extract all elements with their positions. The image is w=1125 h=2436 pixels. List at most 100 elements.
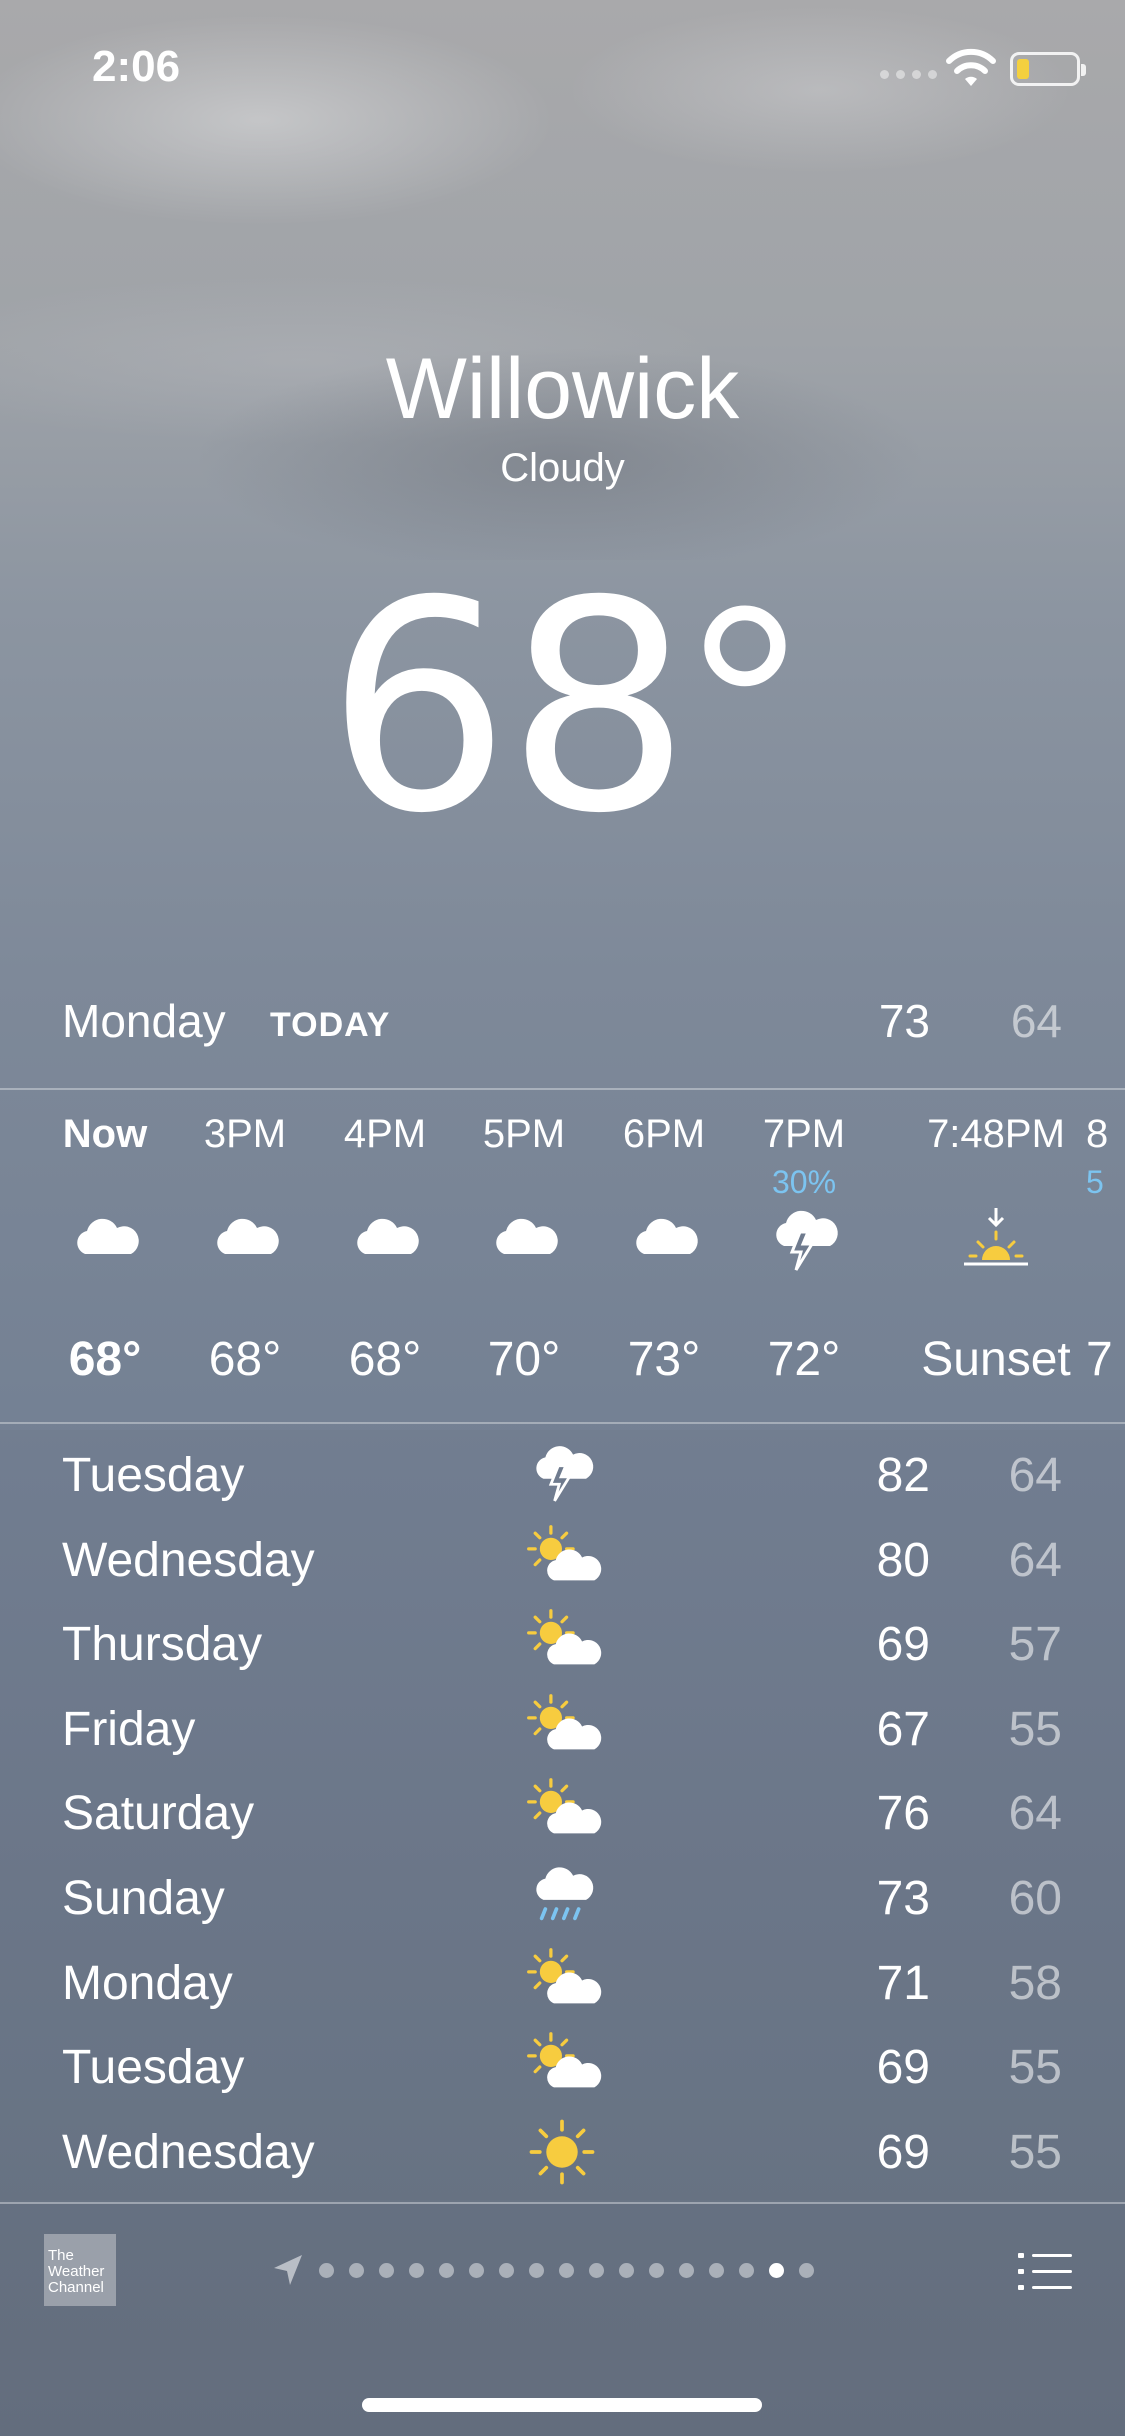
hour-label: 8: [1086, 1112, 1109, 1156]
partly-cloudy-icon: [522, 2030, 602, 2104]
city-name: Willowick: [385, 341, 740, 437]
page-dot[interactable]: [679, 2262, 694, 2278]
today-tag: TODAY: [270, 1006, 391, 1044]
cloud-icon: [484, 1202, 564, 1282]
hour-label: Now: [62, 1112, 148, 1156]
daily-row: Saturday 76 64: [0, 1770, 1125, 1854]
page-dot[interactable]: [529, 2262, 544, 2278]
location-arrow-icon: [274, 2255, 302, 2285]
hour-label: 7PM: [762, 1112, 846, 1156]
divider: [0, 1088, 1125, 1090]
day-name: Saturday: [62, 1787, 255, 1841]
cloud-icon: [65, 1202, 145, 1282]
hourly-item: 7:48PM Sunset: [906, 1092, 1086, 1422]
day-name: Tuesday: [62, 1449, 245, 1502]
day-name: Sunday: [62, 1872, 225, 1925]
daily-row: Wednesday 69 55: [0, 2109, 1125, 2193]
hour-label: 3PM: [203, 1112, 287, 1156]
page-dot[interactable]: [469, 2262, 484, 2278]
hourly-item: Now 68°: [35, 1092, 175, 1422]
day-low: 55: [1008, 2125, 1062, 2179]
day-low: 55: [1008, 1702, 1062, 1756]
status-bar: 2:06: [0, 0, 1125, 140]
cloud-icon: [624, 1202, 704, 1282]
today-high: 73: [878, 995, 930, 1047]
page-dot[interactable]: [409, 2262, 424, 2278]
page-dot[interactable]: [649, 2262, 664, 2278]
daily-row: Thursday 69 57: [0, 1601, 1125, 1685]
page-dot[interactable]: [319, 2262, 334, 2278]
page-dot[interactable]: [799, 2262, 814, 2278]
sun-icon: [522, 2115, 602, 2189]
day-low: 58: [1008, 1956, 1062, 2010]
day-high: 69: [876, 2041, 930, 2095]
partly-cloudy-icon: [522, 1607, 602, 1681]
partly-cloudy-icon: [522, 1523, 602, 1597]
page-dot[interactable]: [439, 2262, 454, 2278]
day-high: 69: [876, 1618, 930, 1672]
daily-row: Wednesday 80 64: [0, 1517, 1125, 1601]
day-low: 64: [1008, 1533, 1062, 1587]
partly-cloudy-icon: [522, 1776, 602, 1850]
day-high: 67: [876, 1702, 930, 1756]
current-condition: Cloudy: [500, 446, 625, 490]
today-low: 64: [1010, 995, 1062, 1047]
page-dot[interactable]: [739, 2262, 754, 2278]
sunset-icon: [956, 1202, 1036, 1282]
home-indicator[interactable]: [362, 2398, 762, 2412]
cloud-icon: [345, 1202, 425, 1282]
page-dot[interactable]: [379, 2262, 394, 2278]
page-dot[interactable]: [349, 2262, 364, 2278]
day-low: 57: [1008, 1618, 1062, 1672]
weather-channel-logo[interactable]: The Weather Channel: [44, 2234, 116, 2306]
rain-icon: [522, 1861, 602, 1935]
hour-label: 7:48PM: [927, 1112, 1065, 1156]
daily-row: Friday 67 55: [0, 1686, 1125, 1770]
day-low: 55: [1008, 2041, 1062, 2095]
page-indicator[interactable]: [272, 2250, 814, 2290]
hour-temperature: 7: [1086, 1333, 1113, 1386]
hourly-item: 6PM 73°: [594, 1092, 734, 1422]
city-list-icon[interactable]: [1018, 2250, 1072, 2294]
thunderstorm-icon: [522, 1438, 602, 1512]
page-dot[interactable]: [619, 2262, 634, 2278]
daily-row: Tuesday 69 55: [0, 2024, 1125, 2108]
page-dot[interactable]: [499, 2262, 514, 2278]
day-high: 69: [876, 2125, 930, 2179]
daily-row: Sunday 73 60: [0, 1855, 1125, 1939]
hourly-forecast-strip[interactable]: Now 68° 3PM 68° 4PM 68° 5PM 70° 6PM 73° 7PM 30% 72°…: [0, 1092, 1125, 1422]
day-name: Wednesday: [62, 2125, 315, 2179]
day-low: 64: [1008, 1449, 1062, 1502]
day-high: 82: [876, 1449, 930, 1502]
hour-temperature: 73°: [627, 1333, 701, 1386]
daily-forecast-list[interactable]: Tuesday 82 64 Wednesday 80 64 Thursday 69 57 F…: [0, 1430, 1125, 2200]
hour-temperature: 68°: [68, 1333, 142, 1386]
hourly-item: 8 5 7: [1086, 1092, 1125, 1422]
page-dot[interactable]: [709, 2262, 724, 2278]
hour-label: 5PM: [482, 1112, 566, 1156]
page-dot[interactable]: [769, 2262, 784, 2278]
hourly-item: 4PM 68°: [315, 1092, 455, 1422]
day-low: 64: [1008, 1787, 1062, 1841]
cloud-icon: [205, 1202, 285, 1282]
hour-temperature: Sunset: [921, 1333, 1071, 1386]
status-time: 2:06: [92, 42, 181, 91]
hour-label: 6PM: [622, 1112, 706, 1156]
precip-chance: 30%: [771, 1164, 837, 1200]
day-name: Wednesday: [62, 1533, 315, 1587]
cloud-icon: [1116, 1202, 1125, 1282]
day-name: Monday: [62, 1956, 233, 2010]
hourly-item: 5PM 70°: [454, 1092, 594, 1422]
partly-cloudy-icon: [522, 1692, 602, 1766]
page-dot[interactable]: [589, 2262, 604, 2278]
precip-chance: 5: [1086, 1164, 1104, 1200]
daily-row: Tuesday 82 64: [0, 1432, 1125, 1516]
day-high: 71: [876, 1956, 930, 2010]
page-dot[interactable]: [559, 2262, 574, 2278]
today-day: Monday: [62, 995, 226, 1047]
hour-temperature: 70°: [487, 1333, 561, 1386]
day-high: 73: [876, 1872, 930, 1925]
day-high: 80: [876, 1533, 930, 1587]
day-low: 60: [1008, 1872, 1062, 1925]
hour-temperature: 68°: [348, 1333, 422, 1386]
